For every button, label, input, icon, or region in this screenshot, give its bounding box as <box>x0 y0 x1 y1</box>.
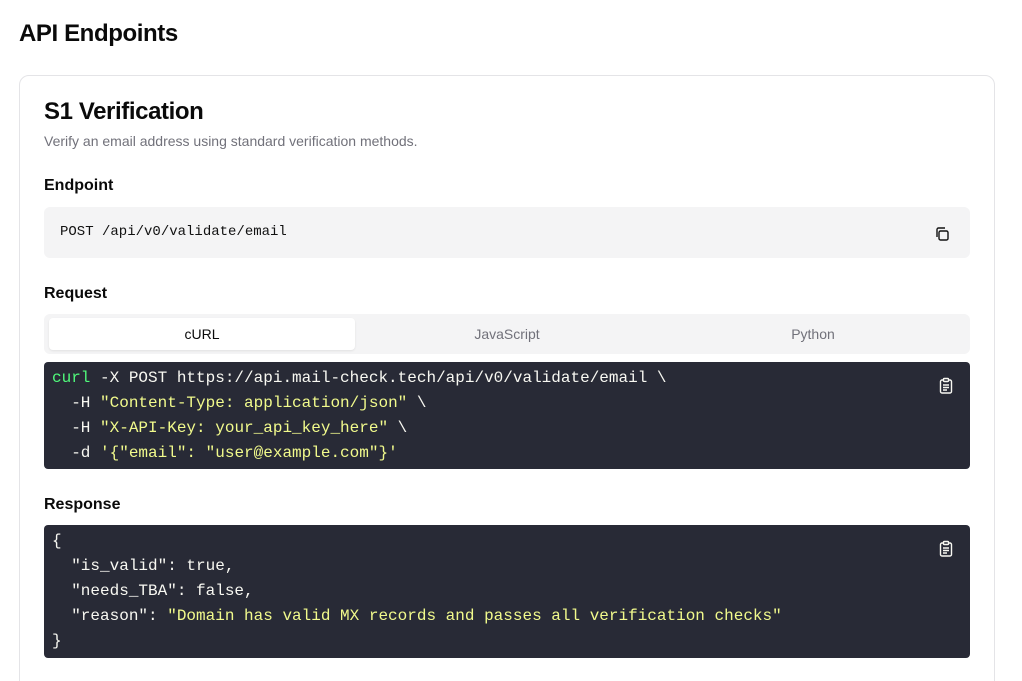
endpoint-label: Endpoint <box>44 177 114 194</box>
response-code-block: { "is_valid": true, "needs_TBA": false, … <box>44 525 970 658</box>
copy-response-button[interactable] <box>936 539 956 559</box>
copy-endpoint-button[interactable] <box>932 224 952 244</box>
endpoint-card: S1 Verification Verify an email address … <box>19 75 995 681</box>
card-description: Verify an email address using standard v… <box>44 133 418 149</box>
code-line: -H "X-API-Key: your_api_key_here" \ <box>52 416 407 441</box>
code-command: curl <box>52 369 91 387</box>
code-string: "X-API-Key: your_api_key_here" <box>100 419 389 437</box>
endpoint-box: POST /api/v0/validate/email <box>44 207 970 258</box>
code-string: "Domain has valid MX records and passes … <box>167 607 782 625</box>
code-line: "needs_TBA": false, <box>52 582 254 600</box>
code-line: } <box>52 632 62 650</box>
copy-request-button[interactable] <box>936 376 956 396</box>
card-title: S1 Verification <box>44 98 204 125</box>
code-text: -d <box>52 444 101 462</box>
code-string: '{"email": "user@example.com"}' <box>100 444 398 462</box>
code-text: -H <box>52 419 101 437</box>
endpoint-url: POST /api/v0/validate/email <box>60 224 287 240</box>
copy-icon <box>936 227 949 241</box>
code-text: -X POST https://api.mail-check.tech/api/… <box>90 369 667 387</box>
request-language-tabs: cURL JavaScript Python <box>44 314 970 354</box>
code-line: -d '{"email": "user@example.com"}' <box>52 441 398 466</box>
clipboard-icon <box>939 377 953 394</box>
code-line: { <box>52 532 62 550</box>
response-label: Response <box>44 496 121 513</box>
page-title: API Endpoints <box>19 20 178 47</box>
code-line: curl -X POST https://api.mail-check.tech… <box>52 366 667 391</box>
tab-javascript[interactable]: JavaScript <box>354 318 660 350</box>
code-line: -H "Content-Type: application/json" \ <box>52 391 426 416</box>
code-text: \ <box>388 419 408 437</box>
clipboard-icon <box>939 540 953 557</box>
code-string: "Content-Type: application/json" <box>100 394 408 412</box>
tab-curl[interactable]: cURL <box>49 318 355 350</box>
code-text: -H <box>52 394 101 412</box>
tab-python[interactable]: Python <box>660 318 966 350</box>
code-text: \ <box>407 394 427 412</box>
code-line: "is_valid": true, <box>52 557 235 575</box>
code-line: "reason": "Domain has valid MX records a… <box>52 604 782 629</box>
request-code-block: curl -X POST https://api.mail-check.tech… <box>44 362 970 469</box>
request-label: Request <box>44 285 108 302</box>
code-text: "reason": <box>52 607 168 625</box>
